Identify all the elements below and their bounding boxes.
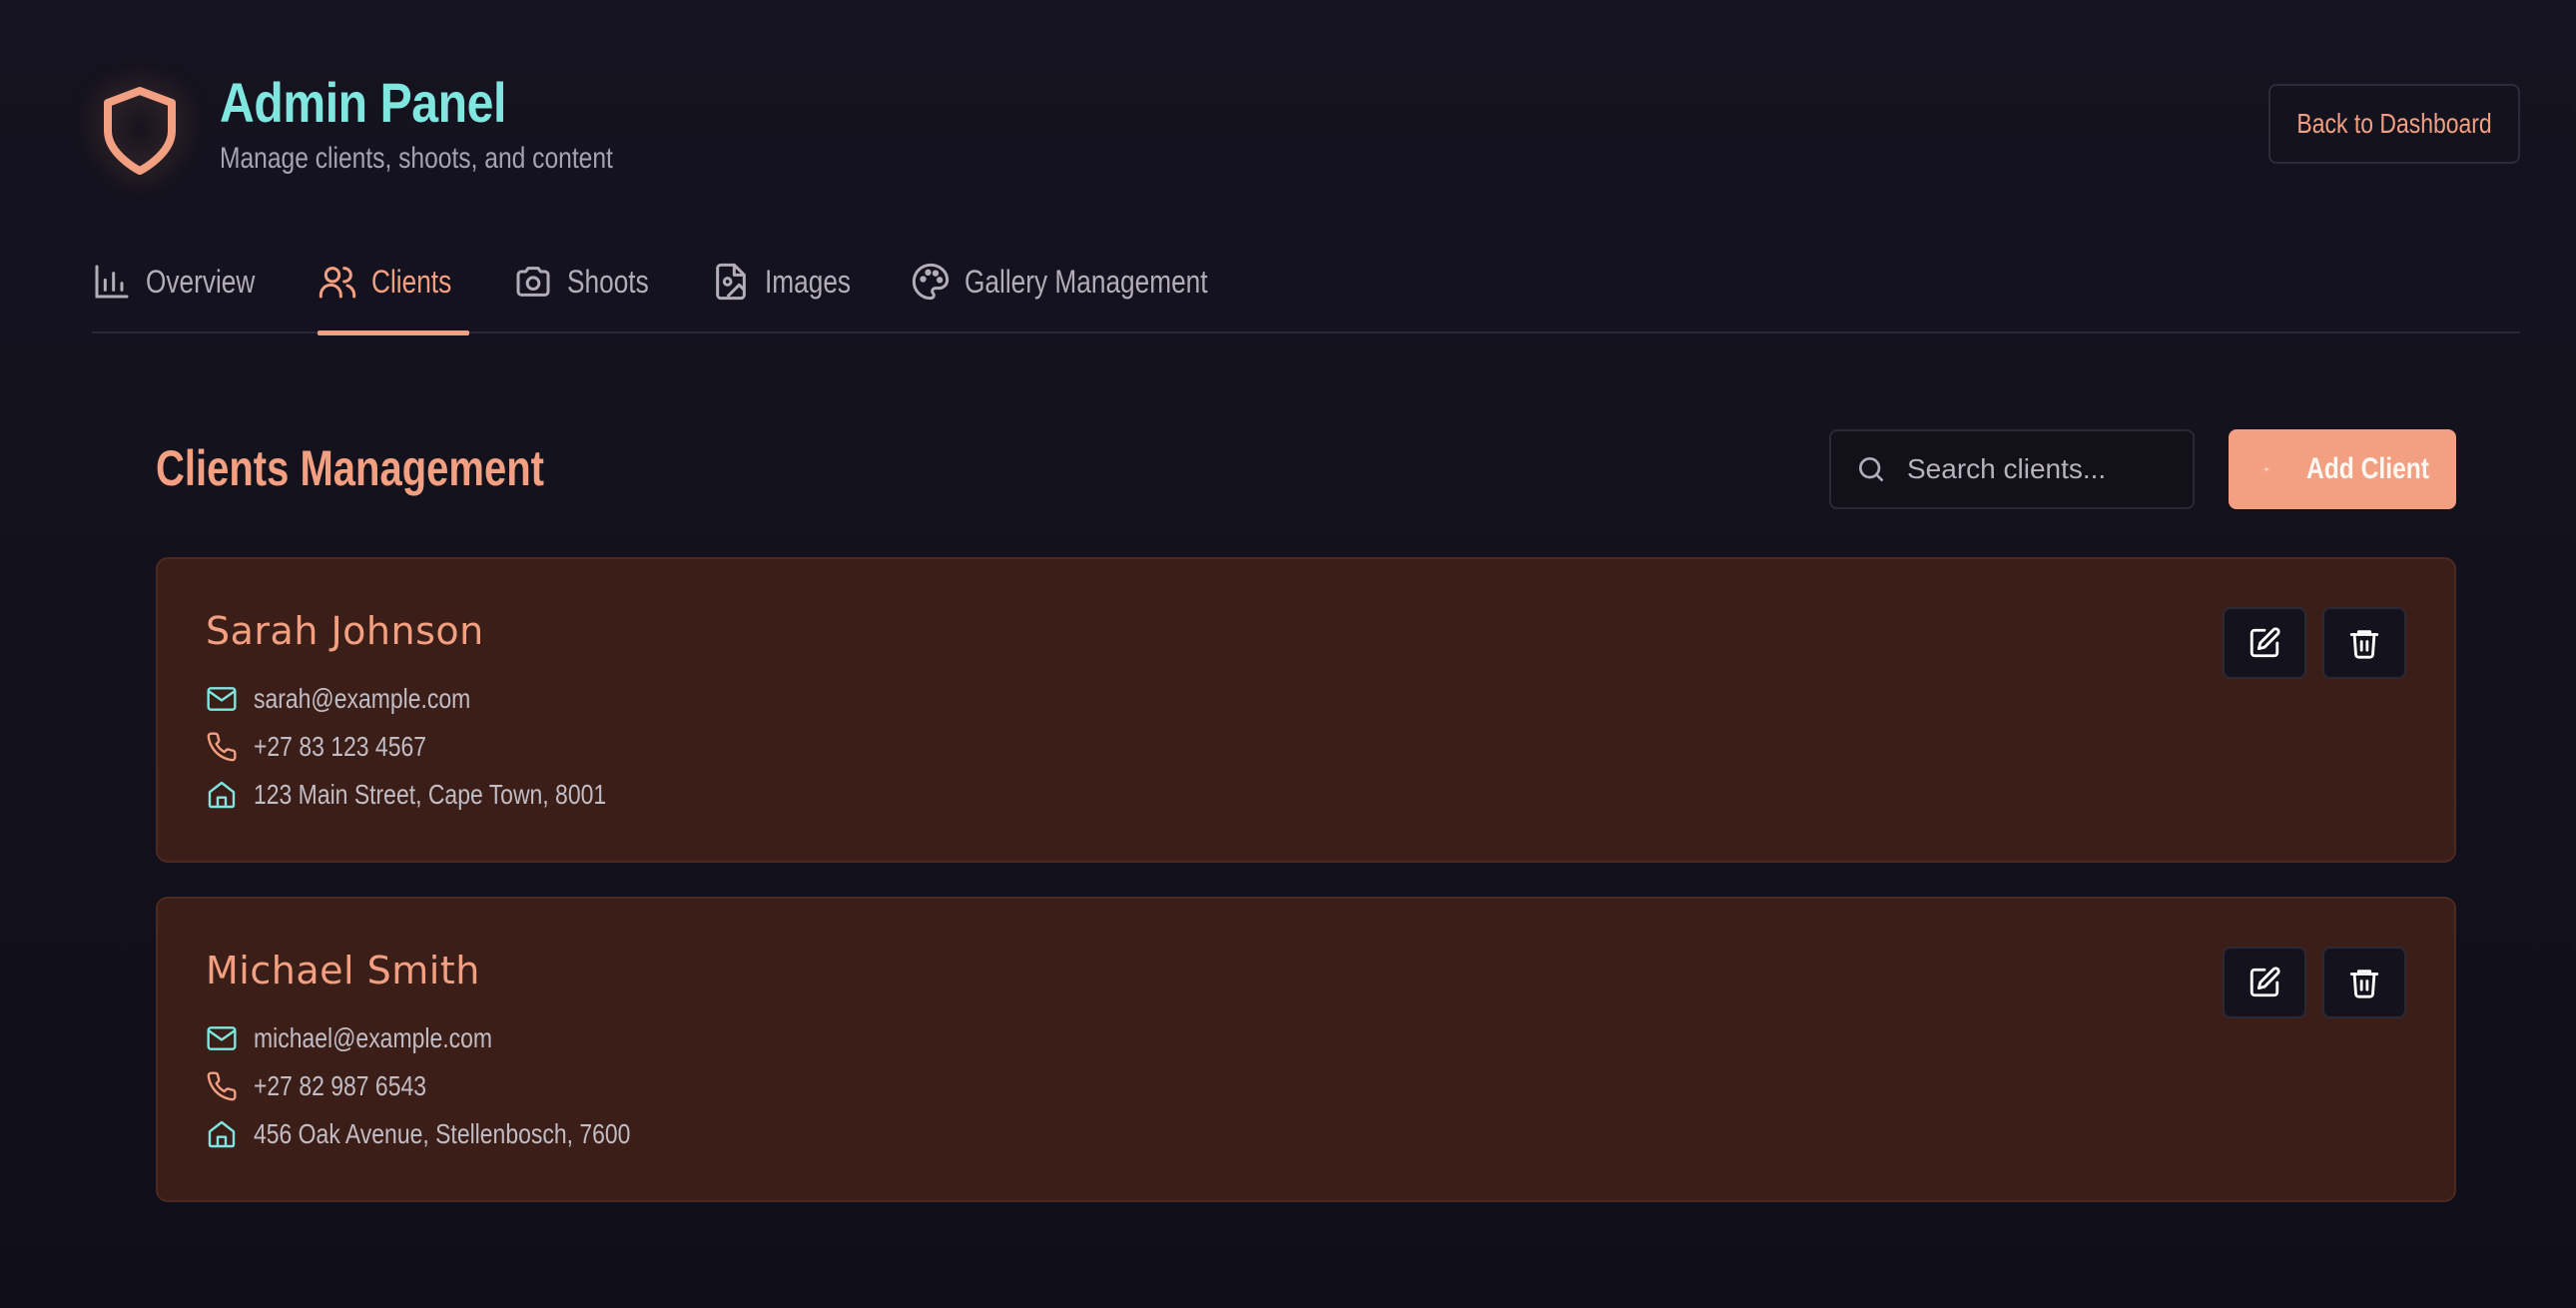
tab-bar: Overview Clients Shoots Images Gallery M…	[92, 230, 2520, 335]
delete-client-button[interactable]	[2322, 947, 2406, 1018]
client-phone: +27 83 123 4567	[254, 731, 427, 762]
tab-images-label: Images	[765, 263, 852, 300]
tab-images[interactable]: Images	[711, 230, 870, 333]
client-card: Michael Smith michael@example.com +27 82…	[156, 897, 2456, 1202]
back-to-dashboard-label: Back to Dashboard	[2296, 108, 2492, 139]
tab-gallery-management[interactable]: Gallery Management	[911, 230, 1261, 333]
trash-icon	[2349, 970, 2379, 998]
bar-chart-icon	[95, 265, 129, 299]
tab-overview[interactable]: Overview	[92, 230, 279, 333]
search-icon	[1859, 457, 1883, 481]
section-title: Clients Management	[156, 440, 544, 496]
delete-client-button[interactable]	[2322, 607, 2406, 679]
client-name: Michael Smith	[206, 949, 480, 992]
client-address: 123 Main Street, Cape Town, 8001	[254, 779, 607, 810]
client-email-row: sarah@example.com	[206, 683, 518, 715]
home-icon	[208, 1120, 236, 1148]
client-address: 456 Oak Avenue, Stellenbosch, 7600	[254, 1118, 631, 1149]
client-card: Sarah Johnson sarah@example.com +27 83 1…	[156, 557, 2456, 863]
add-client-label: Add Client	[2306, 452, 2429, 485]
edit-icon	[2250, 967, 2280, 997]
file-image-icon	[716, 263, 746, 301]
search-input[interactable]	[1907, 453, 2167, 485]
tab-clients[interactable]: Clients	[318, 230, 469, 335]
home-icon	[208, 781, 236, 809]
mail-icon	[207, 687, 237, 711]
client-phone-row: +27 82 987 6543	[206, 1070, 464, 1102]
page-subtitle: Manage clients, shoots, and content	[220, 142, 613, 175]
client-email-row: michael@example.com	[206, 1022, 544, 1054]
users-icon	[319, 267, 356, 299]
client-phone: +27 82 987 6543	[254, 1070, 427, 1101]
trash-icon	[2349, 630, 2379, 659]
client-address-row: 456 Oak Avenue, Stellenbosch, 7600	[206, 1118, 713, 1150]
client-phone-row: +27 83 123 4567	[206, 731, 464, 763]
mail-icon	[207, 1026, 237, 1050]
tab-gallery-management-label: Gallery Management	[965, 263, 1208, 300]
edit-client-button[interactable]	[2223, 947, 2306, 1018]
client-email: michael@example.com	[254, 1022, 492, 1053]
page-title: Admin Panel	[220, 71, 506, 134]
edit-icon	[2250, 627, 2280, 658]
palette-icon	[912, 263, 950, 301]
tab-overview-label: Overview	[146, 263, 256, 300]
client-email: sarah@example.com	[254, 683, 471, 714]
search-box[interactable]	[1829, 429, 2195, 509]
back-to-dashboard-button[interactable]: Back to Dashboard	[2268, 84, 2520, 164]
camera-icon	[516, 267, 550, 297]
phone-icon	[207, 1071, 237, 1101]
client-address-row: 123 Main Street, Cape Town, 8001	[206, 779, 684, 811]
client-name: Sarah Johnson	[206, 609, 484, 653]
phone-icon	[207, 732, 237, 762]
edit-client-button[interactable]	[2223, 607, 2306, 679]
tab-shoots[interactable]: Shoots	[513, 230, 667, 333]
admin-page: Admin Panel Manage clients, shoots, and …	[0, 0, 2576, 1308]
header: Admin Panel Manage clients, shoots, and …	[92, 70, 2520, 190]
shield-icon	[92, 76, 188, 186]
add-client-button[interactable]: Add Client	[2229, 429, 2456, 509]
plus-icon	[2263, 466, 2269, 472]
tab-clients-label: Clients	[371, 263, 452, 300]
tab-shoots-label: Shoots	[567, 263, 649, 300]
